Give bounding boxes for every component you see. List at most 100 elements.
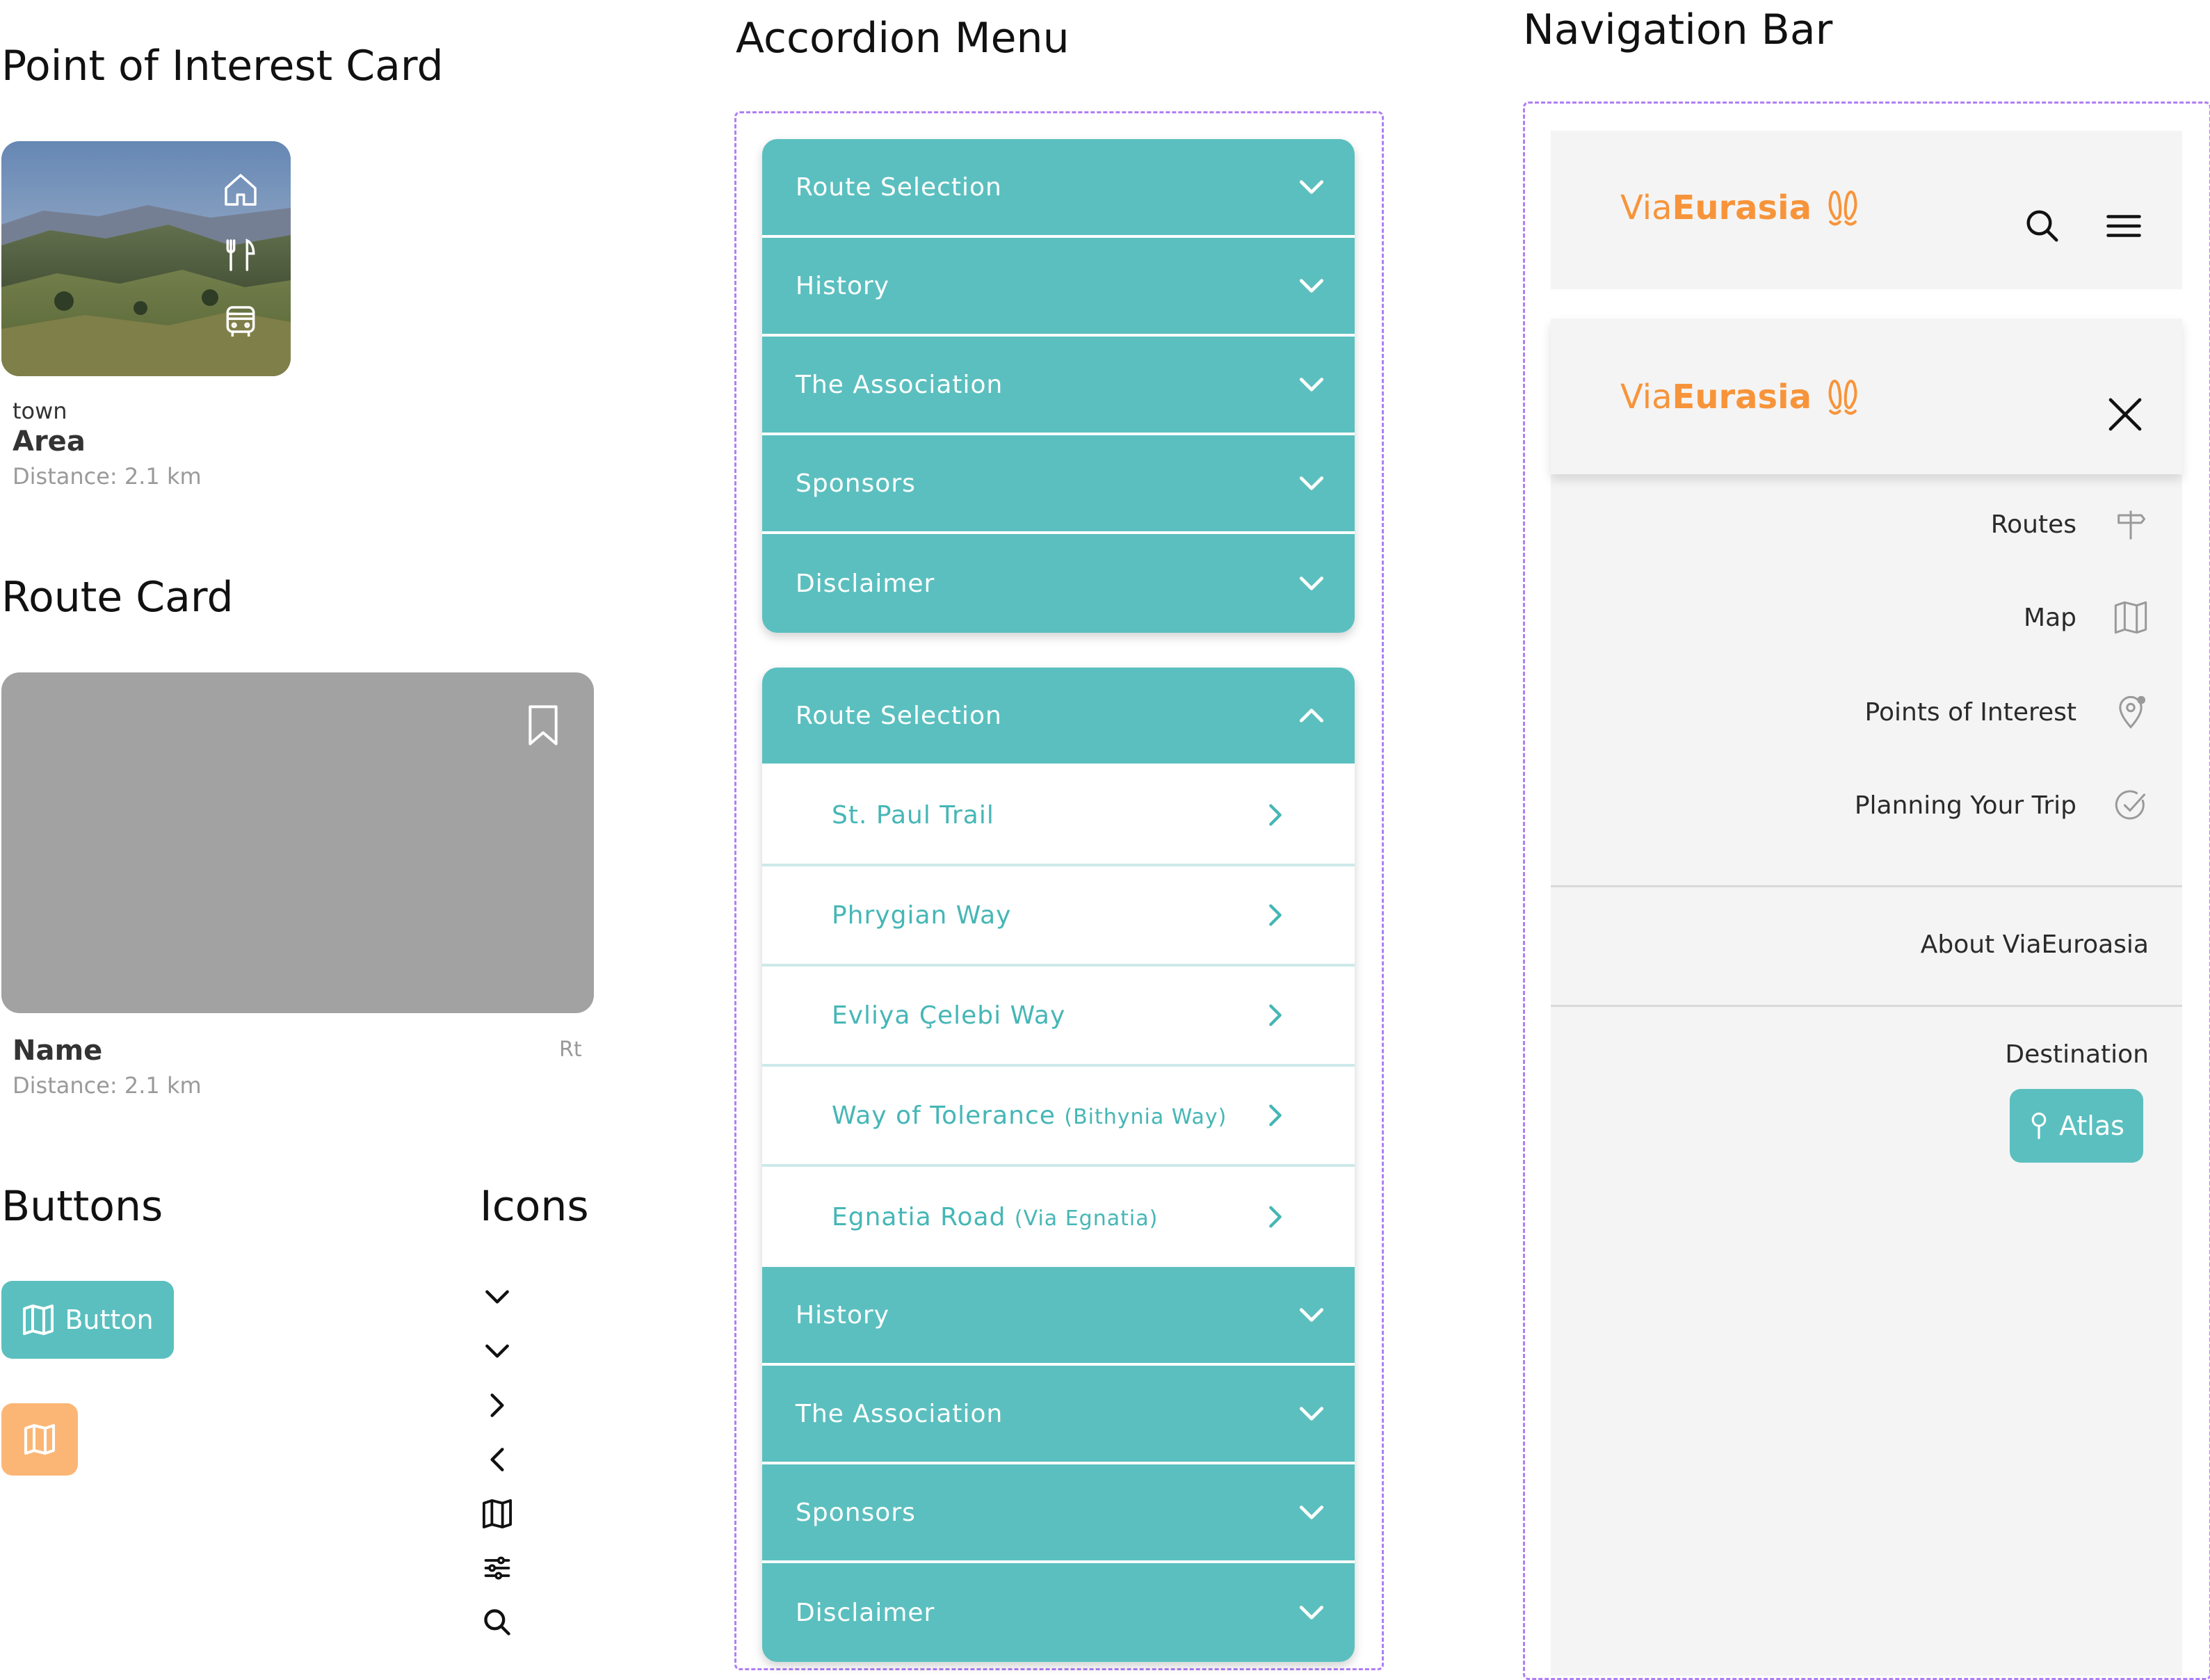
accordion-expanded: Route Selection St. Paul Trail Phrygian … [762,668,1355,1662]
close-icon[interactable] [2106,395,2145,434]
route-card-image[interactable] [1,672,594,1013]
primary-button[interactable]: Button [1,1281,174,1359]
chevron-down-icon [1296,369,1327,400]
map-icon [480,1496,515,1531]
footprints-icon [1824,188,1862,228]
route-link-text: Way of Tolerance (Bithynia Way) [832,1101,1227,1130]
accordion-item-label: Disclaimer [796,1598,935,1627]
logo-via: Via [1620,378,1672,417]
accordion-item[interactable]: The Association [762,337,1355,435]
accordion-item[interactable]: Disclaimer [762,534,1355,633]
route-link-label: Evliya Çelebi Way [832,1001,1066,1030]
route-link-alias: (Bithynia Way) [1064,1104,1227,1129]
logo[interactable]: ViaEurasia [1620,377,1862,417]
footprints-icon [1824,377,1862,417]
route-link-text: Evliya Çelebi Way [832,1001,1065,1030]
logo-via: Via [1620,188,1672,227]
atlas-button-label: Atlas [2059,1110,2124,1141]
accordion-item-label: The Association [796,370,1003,399]
chevron-down-icon [1296,568,1327,599]
accordion-collapsed: Route Selection History The Association … [762,139,1355,633]
nav-item-label: Points of Interest [1864,697,2076,727]
bus-icon [221,302,260,341]
route-name: Name [13,1035,103,1067]
bookmark-icon[interactable] [524,703,562,748]
route-link[interactable]: Evliya Çelebi Way [762,967,1355,1067]
logo-eurasia: Eurasia [1672,378,1812,417]
route-link-text: St. Paul Trail [832,801,994,830]
nav-divider [1551,1005,2182,1007]
accordion-item-label: Route Selection [796,701,1002,730]
accordion-item[interactable]: Disclaimer [762,1563,1355,1662]
route-distance: Distance: 2.1 km [13,1072,202,1099]
chevron-down-icon [1296,270,1327,301]
route-link-alias: (Via Egnatia) [1014,1206,1159,1231]
accordion-item[interactable]: History [762,1267,1355,1366]
nav-section-title: Navigation Bar [1523,6,1833,54]
logo[interactable]: ViaEurasia [1620,188,1862,228]
accordion-item-label: History [796,1300,890,1330]
accordion-section-title: Accordion Menu [736,14,1070,63]
chevron-right-icon [1261,1203,1289,1231]
accordion-item-label: The Association [796,1399,1003,1428]
primary-button-label: Button [65,1305,154,1335]
nav-item-label: Planning Your Trip [1854,791,2076,820]
search-icon[interactable] [2024,207,2061,245]
route-link-text: Phrygian Way [832,901,1011,930]
hamburger-menu-icon[interactable] [2104,207,2143,245]
route-link-label: St. Paul Trail [832,800,994,830]
location-pin-icon [2113,694,2149,730]
accordion-item-label: History [796,271,890,300]
search-icon [480,1605,515,1640]
chevron-down-icon [1296,1300,1327,1330]
chevron-right-icon [1261,1101,1289,1129]
poi-name: Area [13,426,86,458]
accordion-item-open[interactable]: Route Selection [762,668,1355,766]
chevron-down-icon [480,1279,515,1314]
signpost-icon [2113,506,2149,542]
poi-distance: Distance: 2.1 km [13,463,202,490]
accordion-item[interactable]: History [762,238,1355,337]
nav-item-label: About ViaEuroasia [1920,930,2149,959]
route-link[interactable]: St. Paul Trail [762,766,1355,866]
poi-card-image[interactable] [1,141,291,376]
atlas-button[interactable]: Atlas [2010,1089,2143,1163]
chevron-down-icon [1296,468,1327,499]
pin-icon [2028,1111,2049,1140]
accordion-item[interactable]: Sponsors [762,1464,1355,1563]
chevron-down-icon [1296,1597,1327,1628]
nav-item-label: Routes [1990,510,2076,539]
route-section-title: Route Card [1,573,234,622]
nav-divider [1551,885,2182,887]
nav-item-routes[interactable]: Routes [1991,506,2149,542]
route-link[interactable]: Phrygian Way [762,866,1355,967]
route-link-label: Egnatia Road [832,1202,1006,1231]
sliders-icon [480,1551,515,1585]
chevron-down-icon [480,1334,515,1368]
route-link[interactable]: Way of Tolerance (Bithynia Way) [762,1067,1355,1167]
poi-type: town [13,398,67,424]
map-square-button[interactable] [1,1403,78,1476]
home-icon [221,170,260,209]
chevron-right-icon [480,1388,515,1423]
logo-eurasia: Eurasia [1672,188,1812,227]
map-icon [23,1424,56,1455]
accordion-item-label: Sponsors [796,469,916,498]
accordion-item[interactable]: The Association [762,1366,1355,1464]
nav-item-points-of-interest[interactable]: Points of Interest [1865,694,2149,730]
accordion-item[interactable]: Sponsors [762,435,1355,534]
logo-text: ViaEurasia [1620,378,1812,417]
logo-text: ViaEurasia [1620,188,1812,227]
icons-section-title: Icons [480,1182,589,1231]
chevron-right-icon [1261,801,1289,829]
nav-item-planning[interactable]: Planning Your Trip [1855,787,2149,823]
map-icon [22,1305,55,1335]
nav-item-map[interactable]: Map [2024,599,2149,636]
nav-item-about[interactable]: About ViaEuroasia [1921,930,2149,959]
chevron-down-icon [1296,1497,1327,1528]
check-circle-icon [2113,787,2149,823]
chevron-right-icon [1261,901,1289,929]
accordion-item[interactable]: Route Selection [762,139,1355,238]
destination-label-text: Destination [2005,1040,2149,1069]
route-link[interactable]: Egnatia Road (Via Egnatia) [762,1167,1355,1267]
